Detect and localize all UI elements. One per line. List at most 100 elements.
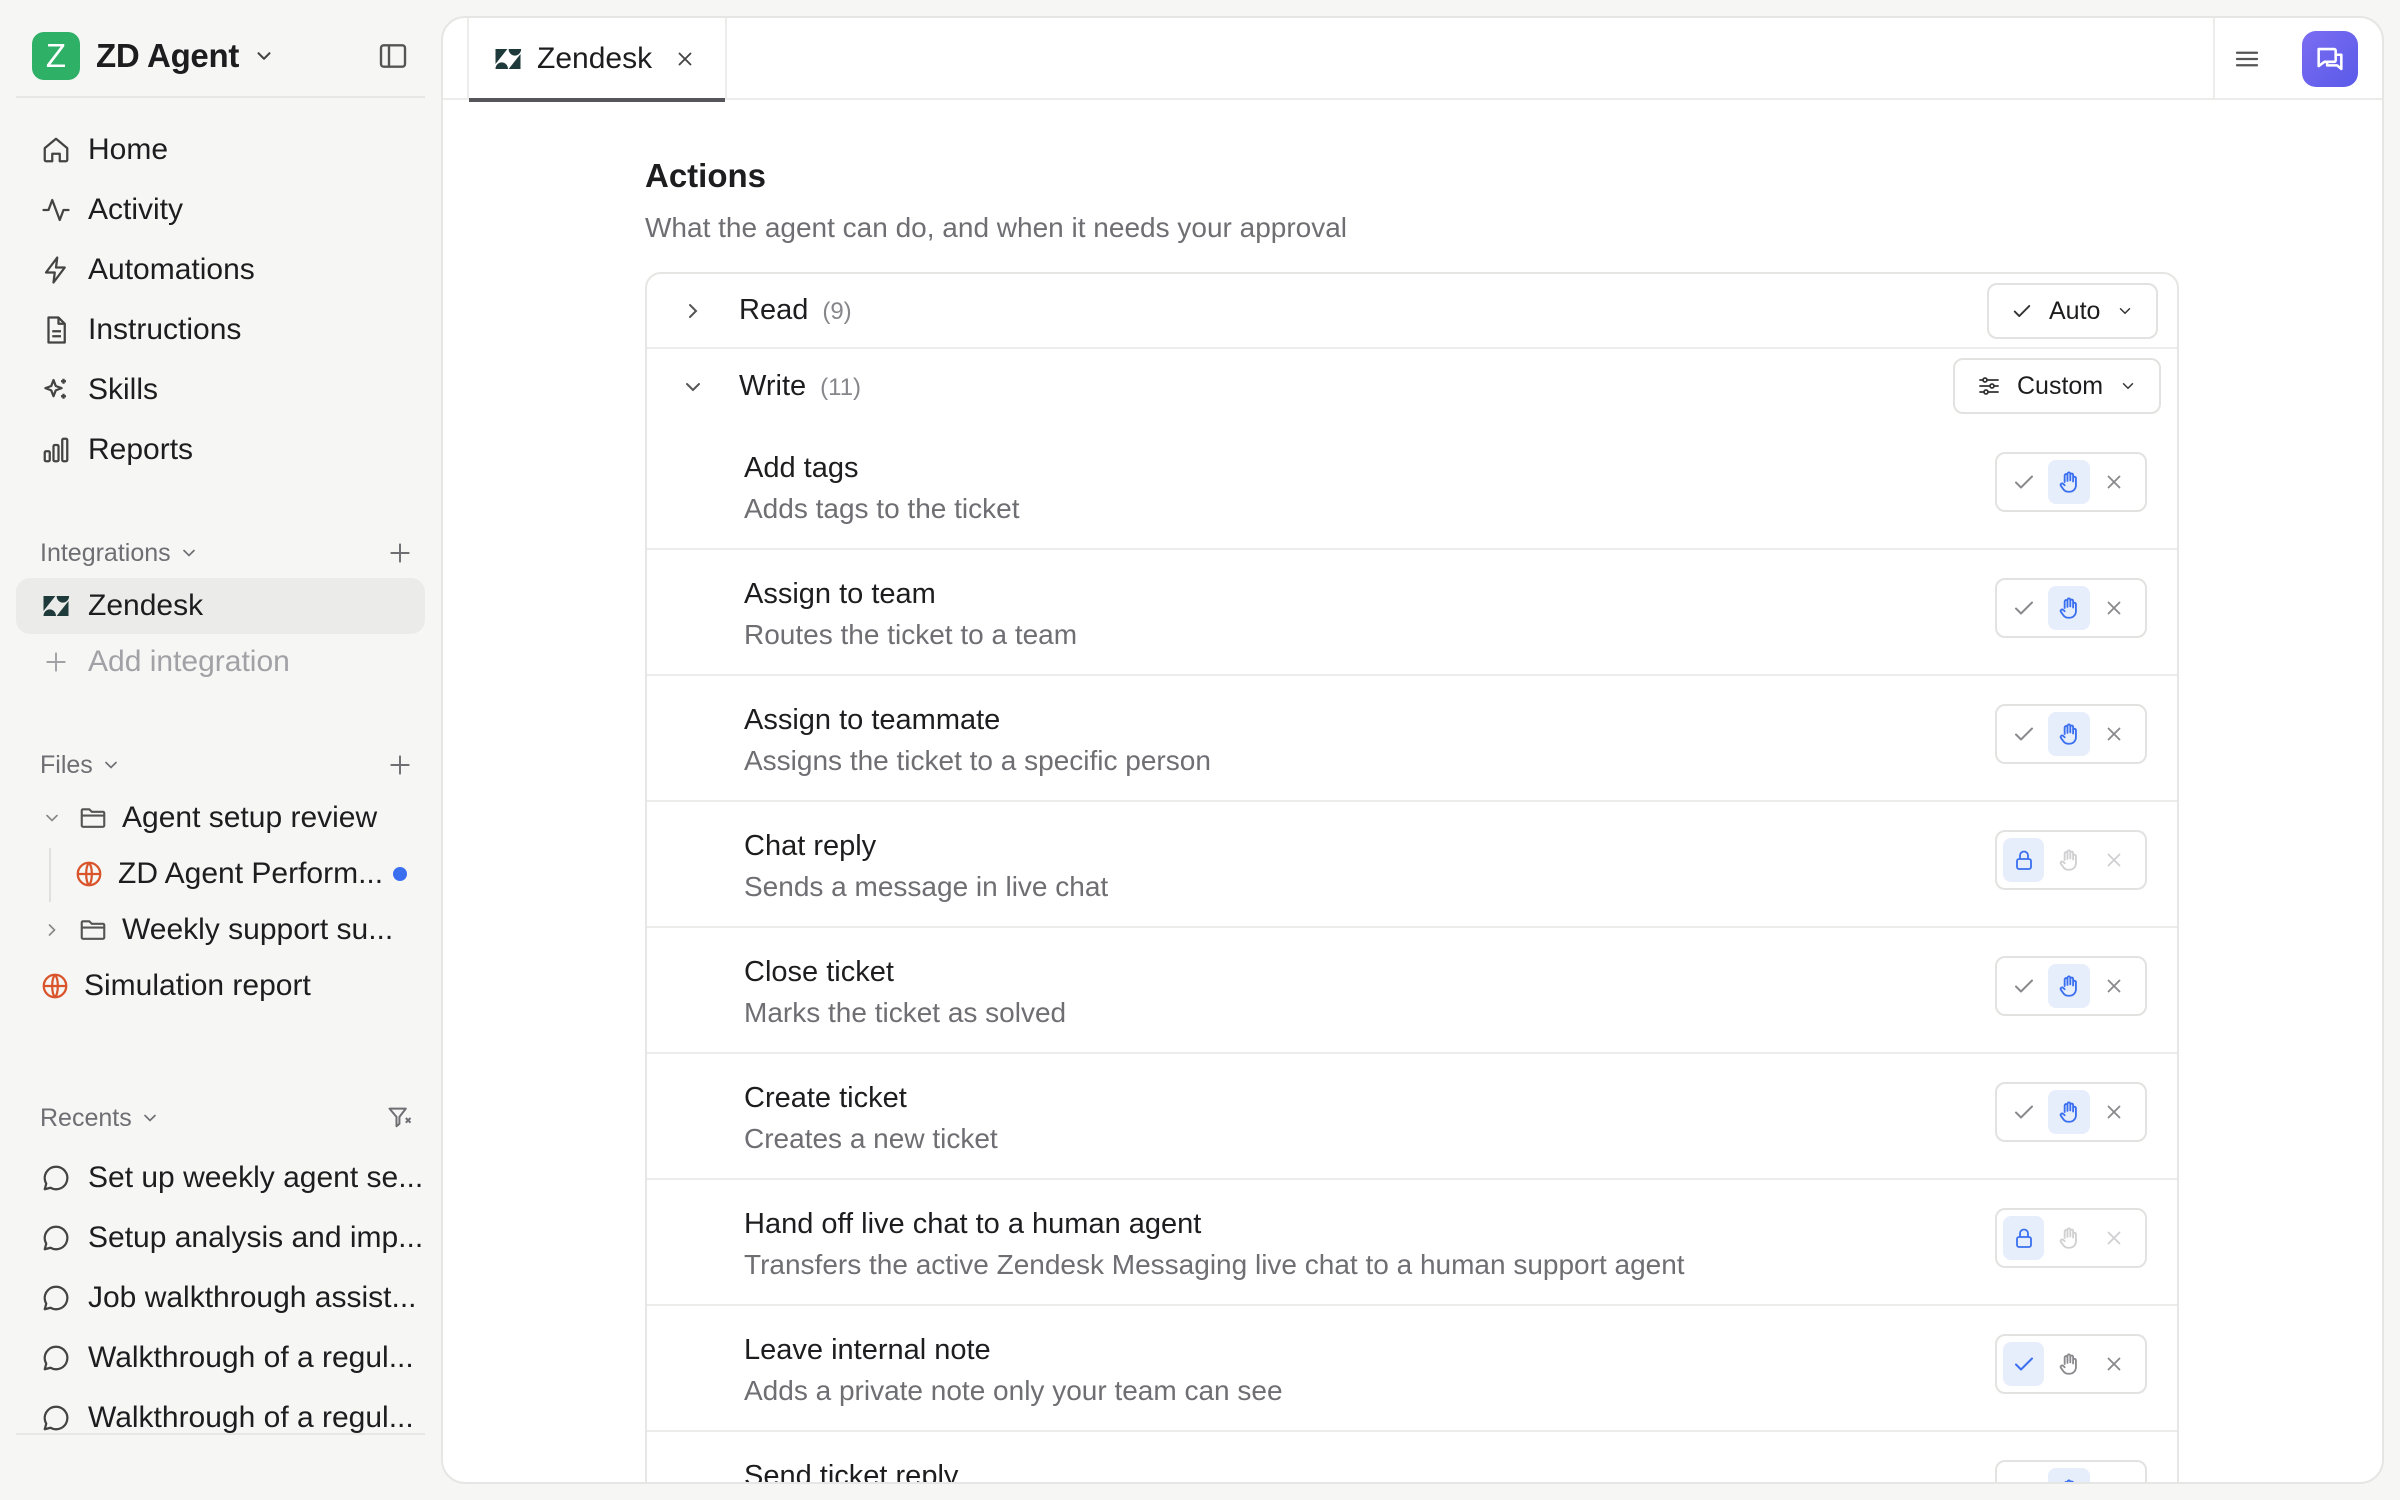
nav-item-activity[interactable]: Activity (16, 180, 425, 240)
group-count: (9) (822, 298, 852, 325)
tab-label: Zendesk (537, 42, 653, 75)
main-panel: Zendesk Actions What the agent can do, a… (441, 16, 2384, 1484)
recent-item[interactable]: Walkthrough of a regul... (16, 1328, 425, 1388)
recents-section-header[interactable]: Recents (40, 1098, 160, 1138)
recent-item[interactable]: Walkthrough of a regul... (16, 1388, 425, 1448)
check-icon (2011, 300, 2033, 322)
menu-icon[interactable] (2229, 41, 2265, 77)
chevron-right-icon[interactable] (40, 918, 64, 942)
check-icon[interactable] (2003, 1090, 2044, 1134)
files-section-header[interactable]: Files (40, 745, 121, 785)
close-icon[interactable] (2094, 964, 2135, 1008)
nav-item-automations[interactable]: Automations (16, 240, 425, 300)
check-icon[interactable] (2003, 460, 2044, 504)
folder-weekly-support[interactable]: Weekly support su... (16, 902, 425, 958)
action-name: Assign to team (744, 578, 936, 610)
check-icon[interactable] (2003, 586, 2044, 630)
check-icon[interactable] (2003, 1342, 2045, 1386)
file-zd-agent-performance[interactable]: ZD Agent Perform... (16, 846, 425, 902)
check-icon[interactable] (2003, 964, 2044, 1008)
check-icon[interactable] (2003, 1468, 2044, 1482)
read-mode-dropdown[interactable]: Auto (1987, 283, 2159, 339)
permission-toggle (1995, 956, 2147, 1016)
permission-toggle (1995, 1082, 2147, 1142)
action-row: Create ticket Creates a new ticket (647, 1054, 2177, 1180)
nav-item-label: Skills (88, 373, 159, 406)
tab-zendesk[interactable]: Zendesk (467, 18, 727, 102)
close-icon[interactable] (2094, 586, 2135, 630)
close-icon[interactable] (2094, 460, 2135, 504)
action-row: Leave internal note Adds a private note o… (647, 1306, 2177, 1432)
permission-toggle (1995, 452, 2147, 512)
file-simulation-report[interactable]: Simulation report (16, 958, 425, 1014)
add-integration-button[interactable]: Add integration (16, 634, 425, 690)
chat-panel-button[interactable] (2302, 31, 2358, 87)
globe-icon (72, 857, 106, 891)
close-icon[interactable] (2094, 1090, 2135, 1134)
close-icon[interactable] (2094, 1468, 2135, 1482)
section-label: Integrations (40, 538, 171, 567)
chevron-down-icon[interactable] (40, 806, 64, 830)
chat-bubble-icon (40, 1402, 72, 1434)
permission-toggle (1995, 830, 2147, 890)
hand-icon[interactable] (2048, 1342, 2089, 1386)
recent-label: Set up weekly agent se... (88, 1161, 424, 1194)
chevron-down-icon (253, 45, 275, 67)
add-integration-label: Add integration (88, 645, 290, 678)
unread-dot (393, 867, 407, 881)
group-read[interactable]: Read (9) Auto (647, 274, 2177, 349)
recent-item[interactable]: Setup analysis and imp... (16, 1208, 425, 1268)
hand-icon[interactable] (2048, 460, 2090, 504)
sidebar-item-zendesk[interactable]: Zendesk (16, 578, 425, 634)
sidebar-toggle-icon[interactable] (377, 40, 409, 72)
lock-icon (2003, 838, 2045, 882)
hand-icon[interactable] (2048, 712, 2090, 756)
close-icon (2094, 1216, 2135, 1260)
group-write[interactable]: Write (11) Custom (647, 349, 2177, 424)
action-row: Hand off live chat to a human agent Trans… (647, 1180, 2177, 1306)
section-label: Files (40, 750, 93, 779)
integrations-section-header[interactable]: Integrations (40, 533, 199, 573)
globe-icon (38, 969, 72, 1003)
hand-icon[interactable] (2048, 964, 2090, 1008)
close-icon[interactable] (674, 48, 696, 70)
close-icon[interactable] (2094, 712, 2135, 756)
recent-label: Job walkthrough assist... (88, 1281, 417, 1314)
hand-icon[interactable] (2048, 1090, 2090, 1134)
chevron-down-icon (101, 755, 121, 775)
add-file-icon[interactable] (384, 749, 416, 781)
action-name: Hand off live chat to a human agent (744, 1208, 1202, 1240)
recent-item[interactable]: Set up weekly agent se... (16, 1148, 425, 1208)
recent-item[interactable]: Job walkthrough assist... (16, 1268, 425, 1328)
nav-item-reports[interactable]: Reports (16, 420, 425, 480)
chevron-right-icon[interactable] (679, 297, 707, 325)
hand-icon[interactable] (2048, 586, 2090, 630)
page-title: Actions (645, 157, 767, 194)
chevron-down-icon[interactable] (679, 373, 707, 401)
hand-icon[interactable] (2048, 1468, 2090, 1482)
sparkles-icon (40, 374, 72, 406)
add-integration-icon[interactable] (384, 537, 416, 569)
mode-label: Custom (2017, 371, 2104, 400)
recent-label: Setup analysis and imp... (88, 1221, 424, 1254)
file-label: ZD Agent Perform... (118, 857, 384, 890)
nav-item-label: Home (88, 133, 169, 166)
hand-icon (2048, 838, 2089, 882)
file-label: Simulation report (84, 969, 311, 1002)
nav-item-skills[interactable]: Skills (16, 360, 425, 420)
close-icon[interactable] (2094, 1342, 2135, 1386)
activity-icon (40, 194, 72, 226)
active-tab-indicator (469, 98, 725, 102)
workspace-switcher[interactable]: Z ZD Agent (16, 24, 425, 88)
nav-item-label: Automations (88, 253, 255, 286)
nav-item-instructions[interactable]: Instructions (16, 300, 425, 360)
nav-item-home[interactable]: Home (16, 120, 425, 180)
action-name: Leave internal note (744, 1334, 991, 1366)
filter-icon[interactable] (384, 1102, 416, 1134)
write-mode-dropdown[interactable]: Custom (1953, 358, 2162, 414)
action-row: Close ticket Marks the ticket as solved (647, 928, 2177, 1054)
folder-agent-setup-review[interactable]: Agent setup review (16, 790, 425, 846)
check-icon[interactable] (2003, 712, 2044, 756)
action-description: Creates a new ticket (744, 1123, 998, 1154)
toolbar-divider (2213, 18, 2215, 100)
